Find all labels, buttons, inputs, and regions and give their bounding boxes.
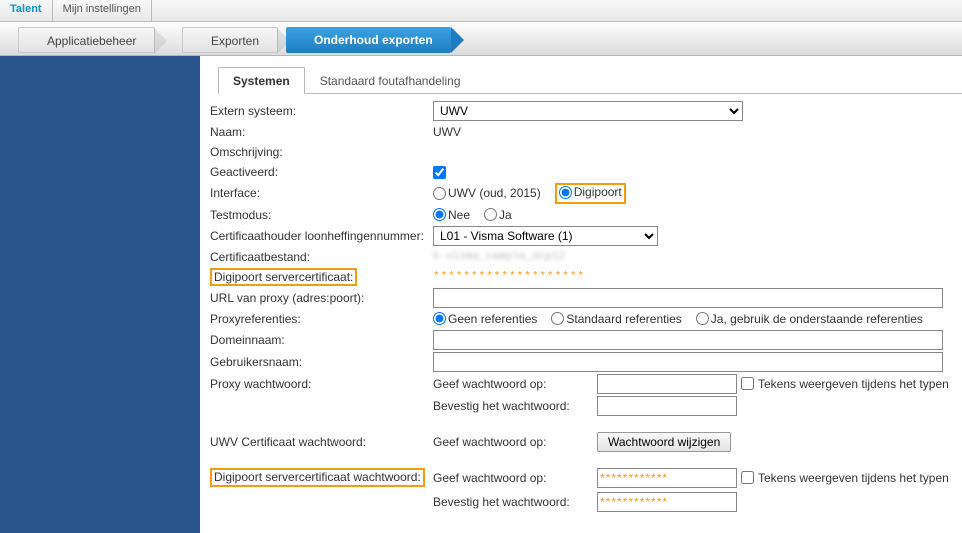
select-extern-systeem[interactable]: UWV bbox=[433, 101, 743, 121]
label-testmodus: Testmodus: bbox=[208, 208, 433, 222]
inner-tabs: Systemen Standaard foutafhandeling bbox=[218, 66, 962, 94]
highlight-digipoort: Digipoort bbox=[555, 183, 626, 204]
input-url-proxy[interactable] bbox=[433, 288, 943, 308]
input-proxy-pwd1[interactable] bbox=[597, 374, 737, 394]
radio-testmodus-nee[interactable]: Nee bbox=[433, 208, 470, 222]
value-certbestand: k-visma_sample_dcp12 bbox=[433, 251, 565, 263]
value-digipoort-servercert: ******************** bbox=[433, 271, 585, 283]
checkbox-show-proxy-pwd[interactable]: Tekens weergeven tijdens het typen bbox=[741, 377, 949, 391]
label-geef-wachtwoord: Geef wachtwoord op: bbox=[433, 377, 593, 391]
label-interface: Interface: bbox=[208, 186, 433, 200]
label-extern-systeem: Extern systeem: bbox=[208, 104, 433, 118]
label-proxy-wachtwoord: Proxy wachtwoord: bbox=[208, 377, 433, 391]
select-certhouder[interactable]: L01 - Visma Software (1) bbox=[433, 226, 658, 246]
breadcrumb-applicatiebeheer[interactable]: Applicatiebeheer bbox=[18, 27, 155, 53]
breadcrumb: Applicatiebeheer Exporten Onderhoud expo… bbox=[0, 22, 962, 56]
label-gebruikersnaam: Gebruikersnaam: bbox=[208, 355, 433, 369]
top-tab-talent[interactable]: Talent bbox=[0, 0, 53, 21]
button-wachtwoord-wijzigen[interactable]: Wachtwoord wijzigen bbox=[597, 432, 731, 452]
radio-proxyref-ja[interactable]: Ja, gebruik de onderstaande referenties bbox=[696, 312, 923, 326]
input-domeinnaam[interactable] bbox=[433, 330, 943, 350]
input-digipoort-pwd2[interactable] bbox=[597, 492, 737, 512]
chevron-right-icon bbox=[154, 28, 167, 54]
label-certbestand: Certificaatbestand: bbox=[208, 250, 433, 264]
input-gebruikersnaam[interactable] bbox=[433, 352, 943, 372]
tab-systemen[interactable]: Systemen bbox=[218, 67, 305, 94]
label-geef-wachtwoord-digi: Geef wachtwoord op: bbox=[433, 471, 593, 485]
label-bevestig-wachtwoord: Bevestig het wachtwoord: bbox=[433, 399, 593, 413]
breadcrumb-label: Onderhoud exporten bbox=[314, 33, 433, 47]
value-naam: UWV bbox=[433, 125, 962, 139]
breadcrumb-exporten[interactable]: Exporten bbox=[182, 27, 278, 53]
tab-standaard-foutafhandeling[interactable]: Standaard foutafhandeling bbox=[305, 67, 476, 94]
label-geactiveerd: Geactiveerd: bbox=[208, 165, 433, 179]
breadcrumb-onderhoud-exporten[interactable]: Onderhoud exporten bbox=[286, 27, 451, 53]
radio-proxyref-geen[interactable]: Geen referenties bbox=[433, 312, 537, 326]
label-omschrijving: Omschrijving: bbox=[208, 145, 433, 159]
radio-proxyref-standaard[interactable]: Standaard referenties bbox=[551, 312, 681, 326]
input-proxy-pwd2[interactable] bbox=[597, 396, 737, 416]
label-geef-wachtwoord-uwv: Geef wachtwoord op: bbox=[433, 435, 593, 449]
label-certhouder: Certificaathouder loonheffingennummer: bbox=[208, 229, 433, 243]
input-digipoort-pwd1[interactable] bbox=[597, 468, 737, 488]
label-proxyref: Proxyreferenties: bbox=[208, 312, 433, 326]
label-url-proxy: URL van proxy (adres:poort): bbox=[208, 291, 433, 305]
label-domeinnaam: Domeinnaam: bbox=[208, 333, 433, 347]
radio-testmodus-ja[interactable]: Ja bbox=[484, 208, 512, 222]
radio-interface-uwv-oud[interactable]: UWV (oud, 2015) bbox=[433, 186, 541, 200]
form: Extern systeem: UWV Naam: UWV Omschrijvi… bbox=[208, 100, 962, 513]
breadcrumb-label: Exporten bbox=[211, 34, 259, 48]
label-digipoort-cert-wachtwoord: Digipoort servercertificaat wachtwoord: bbox=[210, 468, 425, 488]
label-uwv-cert-wachtwoord: UWV Certificaat wachtwoord: bbox=[208, 435, 433, 449]
checkbox-geactiveerd[interactable] bbox=[433, 166, 446, 179]
checkbox-show-digipoort-pwd[interactable]: Tekens weergeven tijdens het typen bbox=[741, 471, 949, 485]
content-panel: Systemen Standaard foutafhandeling Exter… bbox=[200, 56, 962, 533]
label-digipoort-servercert: Digipoort servercertificaat: bbox=[210, 268, 357, 286]
chevron-right-icon bbox=[451, 27, 464, 53]
top-tab-bar: Talent Mijn instellingen bbox=[0, 0, 962, 22]
sidebar bbox=[0, 56, 200, 533]
breadcrumb-label: Applicatiebeheer bbox=[47, 34, 136, 48]
top-tab-mijn-instellingen[interactable]: Mijn instellingen bbox=[53, 0, 152, 21]
radio-interface-digipoort[interactable]: Digipoort bbox=[559, 185, 622, 199]
label-naam: Naam: bbox=[208, 125, 433, 139]
label-bevestig-wachtwoord-digi: Bevestig het wachtwoord: bbox=[433, 495, 593, 509]
